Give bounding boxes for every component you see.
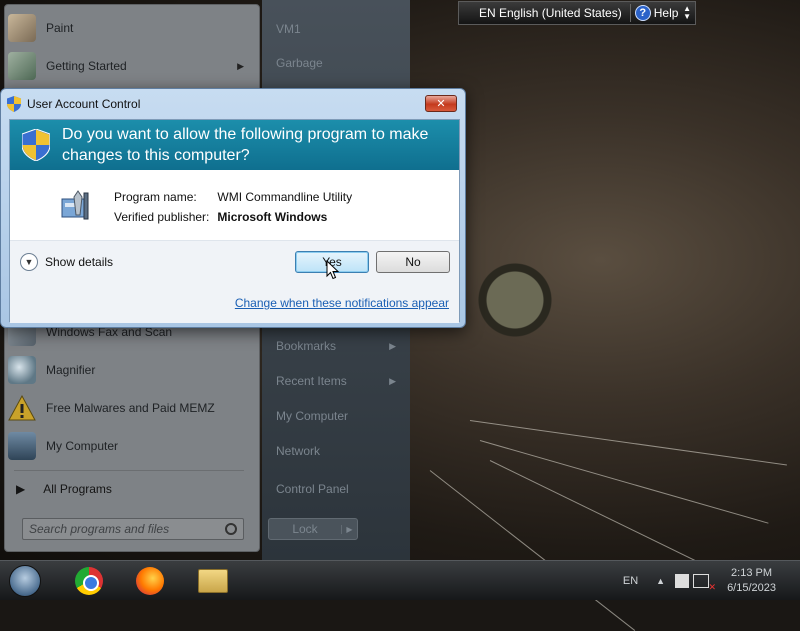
- clock-time: 2:13 PM: [731, 567, 773, 579]
- publisher-value: Microsoft Windows: [217, 210, 328, 224]
- program-name-value: WMI Commandline Utility: [217, 190, 353, 204]
- warning-icon: [8, 394, 36, 422]
- start-menu-divider: [14, 470, 244, 471]
- start-right-item-label: Control Panel: [276, 482, 349, 496]
- taskbar-chrome[interactable]: [72, 565, 106, 597]
- lock-button[interactable]: Lock ▶: [268, 518, 358, 540]
- start-right-item-network[interactable]: Network: [276, 444, 406, 458]
- uac-titlebar: User Account Control: [7, 95, 140, 113]
- start-right-item-label: Recent Items: [276, 374, 347, 388]
- start-right-item-label: Bookmarks: [276, 339, 337, 353]
- taskbar-explorer[interactable]: [196, 565, 230, 597]
- publisher-label: Verified publisher:: [114, 210, 210, 224]
- submenu-arrow-icon: ▶: [389, 375, 396, 386]
- mouse-cursor-icon: [326, 260, 340, 280]
- network-icon[interactable]: [693, 574, 716, 593]
- start-right-item-recent-items[interactable]: Recent Items ▶: [276, 374, 406, 388]
- tray-language[interactable]: EN: [623, 575, 638, 587]
- help-button[interactable]: ? Help: [631, 5, 683, 21]
- uac-title: User Account Control: [27, 97, 141, 111]
- start-search-input[interactable]: Search programs and files: [22, 518, 244, 540]
- taskbar: EN ▲ 2:13 PM 6/15/2023: [0, 560, 800, 600]
- wallpaper-whisker: [469, 420, 787, 466]
- program-info: Program name: WMI Commandline Utility Ve…: [58, 186, 360, 228]
- clock[interactable]: 2:13 PM 6/15/2023: [727, 566, 776, 596]
- shield-icon: [7, 96, 21, 112]
- submenu-arrow-icon: ▶: [237, 60, 244, 71]
- uac-footer: ▼ Show details Yes No Change when these …: [10, 241, 459, 323]
- start-item-label: Paint: [46, 21, 74, 35]
- uac-dialog: User Account Control ✕ Do you want to al…: [0, 88, 466, 328]
- chrome-icon: [75, 567, 103, 595]
- lock-label: Lock: [292, 522, 318, 536]
- start-item-label: Free Malwares and Paid MEMZ: [46, 401, 215, 415]
- shutdown-options-icon[interactable]: ▶: [341, 524, 357, 534]
- start-item-paint[interactable]: Paint: [8, 11, 252, 45]
- clock-date: 6/15/2023: [727, 582, 776, 594]
- start-right-item-label: Garbage: [276, 56, 323, 70]
- program-details: Program name: WMI Commandline Utility Ve…: [112, 186, 360, 228]
- paint-icon: [8, 14, 36, 42]
- wallpaper-whisker: [429, 470, 636, 631]
- wallpaper-whisker: [479, 440, 769, 524]
- close-icon: ✕: [436, 98, 446, 110]
- start-item-malwares[interactable]: Free Malwares and Paid MEMZ: [8, 391, 252, 425]
- all-programs-arrow-icon: ▶: [16, 482, 26, 496]
- uac-header: Do you want to allow the following progr…: [10, 120, 459, 170]
- start-right-item-label: My Computer: [276, 409, 349, 423]
- firefox-icon: [136, 567, 164, 595]
- action-center-icon[interactable]: [675, 574, 690, 588]
- no-label: No: [405, 255, 421, 269]
- folder-icon: [198, 569, 228, 593]
- windows-orb-icon: [9, 565, 41, 597]
- close-button[interactable]: ✕: [425, 95, 457, 112]
- language-bar-options-icon[interactable]: ▲ ▼: [683, 5, 695, 21]
- start-right-item-vm1[interactable]: VM1: [276, 22, 406, 36]
- computer-icon: [8, 432, 36, 460]
- wmi-utility-icon: [61, 190, 89, 220]
- search-icon: [225, 523, 237, 535]
- help-label: Help: [653, 6, 679, 20]
- start-right-item-control-panel[interactable]: Control Panel: [276, 482, 406, 496]
- show-details-label: Show details: [45, 255, 114, 269]
- start-item-label: My Computer: [46, 439, 119, 453]
- start-item-label: Magnifier: [46, 363, 96, 377]
- uac-body: Do you want to allow the following progr…: [9, 119, 460, 323]
- magnifier-icon: [8, 356, 36, 384]
- language-selector[interactable]: EN English (United States): [459, 6, 630, 20]
- system-tray: EN ▲ 2:13 PM 6/15/2023: [623, 561, 800, 601]
- start-right-item-garbage[interactable]: Garbage: [276, 56, 406, 70]
- language-bar[interactable]: EN English (United States) ? Help ▲ ▼: [458, 1, 696, 25]
- start-right-item-label: VM1: [276, 22, 301, 36]
- submenu-arrow-icon: ▶: [389, 340, 396, 351]
- show-hidden-icons-icon[interactable]: ▲: [656, 576, 665, 586]
- taskbar-firefox[interactable]: [133, 565, 167, 597]
- help-icon: ?: [634, 5, 651, 21]
- shield-icon: [22, 129, 50, 161]
- program-name-label: Program name:: [114, 190, 197, 204]
- chevron-down-icon: ▼: [20, 253, 38, 271]
- getting-started-icon: [8, 52, 36, 80]
- start-right-item-bookmarks[interactable]: Bookmarks ▶: [276, 339, 406, 353]
- start-right-item-my-computer[interactable]: My Computer: [276, 409, 406, 423]
- no-button[interactable]: No: [376, 251, 450, 273]
- show-details-toggle[interactable]: ▼ Show details: [20, 253, 113, 271]
- start-button[interactable]: [8, 565, 42, 597]
- start-right-item-label: Network: [276, 444, 321, 458]
- uac-question: Do you want to allow the following progr…: [62, 126, 429, 164]
- change-notifications-link[interactable]: Change when these notifications appear: [235, 296, 449, 310]
- all-programs-label: All Programs: [43, 482, 112, 496]
- start-item-my-computer[interactable]: My Computer: [8, 429, 252, 463]
- search-placeholder: Search programs and files: [29, 522, 170, 536]
- start-item-getting-started[interactable]: Getting Started ▶: [8, 49, 252, 83]
- start-item-label: Getting Started: [46, 59, 127, 73]
- start-item-magnifier[interactable]: Magnifier: [8, 353, 252, 387]
- all-programs-button[interactable]: ▶ All Programs: [16, 482, 112, 496]
